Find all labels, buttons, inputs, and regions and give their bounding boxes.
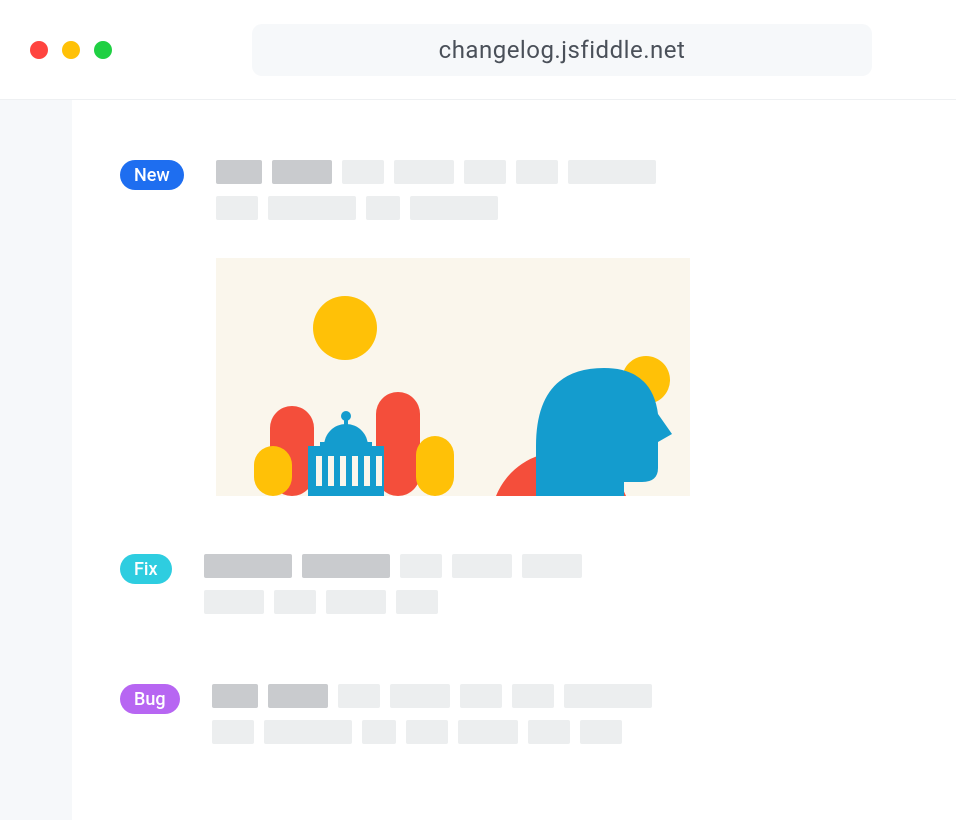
placeholder-text-block bbox=[458, 720, 518, 744]
placeholder-text-block bbox=[522, 554, 582, 578]
placeholder-text-block bbox=[204, 554, 292, 578]
entry-illustration bbox=[216, 258, 690, 496]
changelog-entry: Bug bbox=[120, 684, 898, 756]
entry-body bbox=[216, 160, 898, 496]
placeholder-text-block bbox=[580, 720, 622, 744]
placeholder-text-block bbox=[528, 720, 570, 744]
address-bar[interactable]: changelog.jsfiddle.net bbox=[252, 24, 872, 76]
placeholder-text-block bbox=[362, 720, 396, 744]
placeholder-text-block bbox=[212, 684, 258, 708]
changelog-panel: New Fix Bug bbox=[72, 100, 956, 820]
browser-chrome: changelog.jsfiddle.net bbox=[0, 0, 956, 100]
content-area: New Fix Bug bbox=[0, 100, 956, 820]
placeholder-text-block bbox=[216, 196, 258, 220]
placeholder-text-block bbox=[452, 554, 512, 578]
placeholder-text-block bbox=[268, 684, 328, 708]
placeholder-text-block bbox=[568, 160, 656, 184]
changelog-entry: Fix bbox=[120, 554, 898, 626]
badge-bug: Bug bbox=[120, 684, 180, 714]
close-window-button[interactable] bbox=[30, 41, 48, 59]
placeholder-text-block bbox=[268, 196, 356, 220]
entry-body bbox=[204, 554, 898, 626]
maximize-window-button[interactable] bbox=[94, 41, 112, 59]
placeholder-text-block bbox=[204, 590, 264, 614]
placeholder-text-block bbox=[264, 720, 352, 744]
minimize-window-button[interactable] bbox=[62, 41, 80, 59]
placeholder-text-block bbox=[274, 590, 316, 614]
placeholder-text-block bbox=[302, 554, 390, 578]
placeholder-text-line bbox=[216, 160, 898, 184]
placeholder-text-block bbox=[410, 196, 498, 220]
entry-body bbox=[212, 684, 898, 756]
placeholder-text-block bbox=[460, 684, 502, 708]
placeholder-text-block bbox=[564, 684, 652, 708]
placeholder-text-block bbox=[516, 160, 558, 184]
placeholder-text-block bbox=[326, 590, 386, 614]
sidebar-strip bbox=[0, 100, 72, 820]
placeholder-text-line bbox=[216, 196, 898, 220]
placeholder-text-line bbox=[212, 720, 898, 744]
address-url: changelog.jsfiddle.net bbox=[439, 36, 686, 64]
placeholder-text-line bbox=[212, 684, 898, 708]
placeholder-text-block bbox=[216, 160, 262, 184]
placeholder-text-block bbox=[338, 684, 380, 708]
placeholder-text-block bbox=[272, 160, 332, 184]
badge-new: New bbox=[120, 160, 184, 190]
placeholder-text-block bbox=[212, 720, 254, 744]
changelog-entry: New bbox=[120, 160, 898, 496]
placeholder-text-block bbox=[390, 684, 450, 708]
placeholder-text-block bbox=[512, 684, 554, 708]
placeholder-text-block bbox=[366, 196, 400, 220]
window-controls bbox=[30, 41, 112, 59]
placeholder-text-block bbox=[396, 590, 438, 614]
placeholder-text-line bbox=[204, 554, 898, 578]
placeholder-text-block bbox=[394, 160, 454, 184]
placeholder-text-block bbox=[406, 720, 448, 744]
placeholder-text-block bbox=[400, 554, 442, 578]
badge-fix: Fix bbox=[120, 554, 172, 584]
placeholder-text-block bbox=[464, 160, 506, 184]
placeholder-text-line bbox=[204, 590, 898, 614]
placeholder-text-block bbox=[342, 160, 384, 184]
